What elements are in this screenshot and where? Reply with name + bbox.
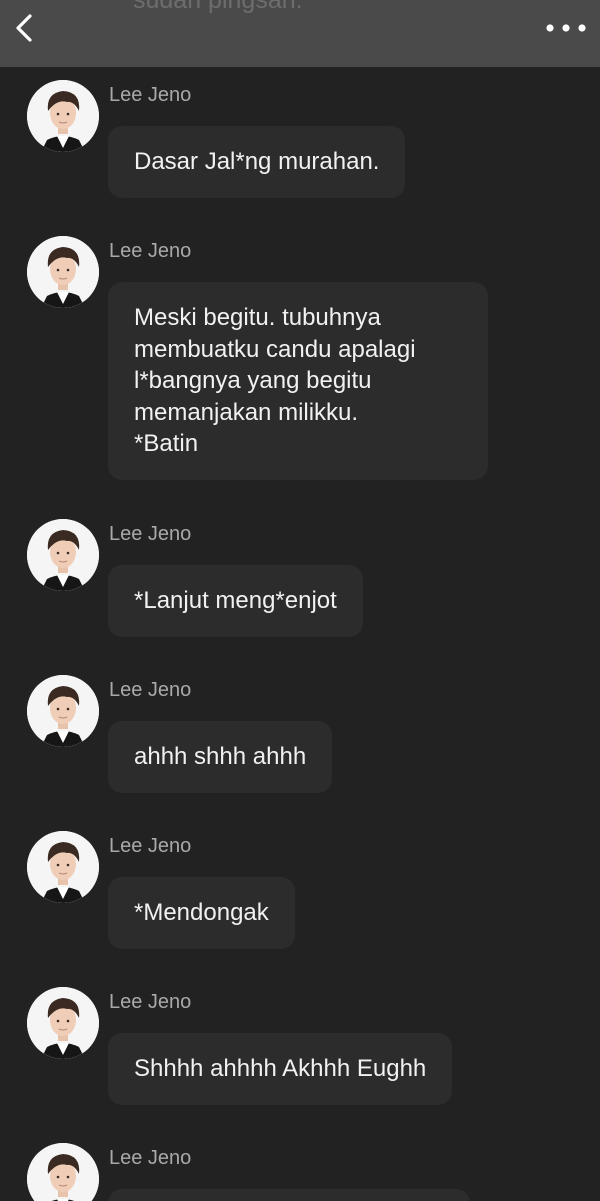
avatar-image (27, 831, 99, 903)
sender-name: Lee Jeno (109, 84, 192, 106)
message-bubble[interactable]: ahhh shhh ahhh (108, 721, 333, 793)
chat-screen: sudah pingsan. Lee Jeno Dasar Jal*ng mur… (0, 0, 600, 1201)
avatar[interactable] (27, 831, 99, 903)
avatar[interactable] (27, 236, 99, 308)
chevron-left-icon[interactable] (10, 8, 40, 48)
top-bar: sudah pingsan. (0, 0, 600, 67)
more-horizontal-icon[interactable] (544, 15, 588, 41)
message-list[interactable]: Lee Jeno Dasar Jal*ng murahan. Lee Jeno (0, 67, 600, 1201)
sender-name: Lee Jeno (109, 1147, 192, 1169)
sender-name: Lee Jeno (109, 679, 192, 701)
avatar-image (27, 675, 99, 747)
avatar-image (27, 519, 99, 591)
message-bubble[interactable]: Dasar Jal*ng murahan. (108, 126, 406, 198)
sender-name: Lee Jeno (109, 240, 192, 262)
sender-name: Lee Jeno (109, 523, 192, 545)
message-bubble[interactable]: *Mendongak (108, 877, 295, 949)
sender-name: Lee Jeno (109, 991, 192, 1013)
avatar-image (27, 1143, 99, 1201)
message-bubble[interactable] (108, 1189, 470, 1201)
avatar-image (27, 80, 99, 152)
avatar[interactable] (27, 519, 99, 591)
message-bubble[interactable]: *Lanjut meng*enjot (108, 565, 363, 637)
message-bubble[interactable]: Meski begitu. tubuhnya membuatku candu a… (108, 282, 488, 480)
avatar[interactable] (27, 1143, 99, 1201)
avatar[interactable] (27, 675, 99, 747)
sender-name: Lee Jeno (109, 835, 192, 857)
message-bubble[interactable]: Shhhh ahhhh Akhhh Eughh (108, 1033, 453, 1105)
avatar[interactable] (27, 987, 99, 1059)
previous-message-text: sudah pingsan. (133, 0, 303, 14)
avatar-image (27, 987, 99, 1059)
avatar-image (27, 236, 99, 308)
avatar[interactable] (27, 80, 99, 152)
